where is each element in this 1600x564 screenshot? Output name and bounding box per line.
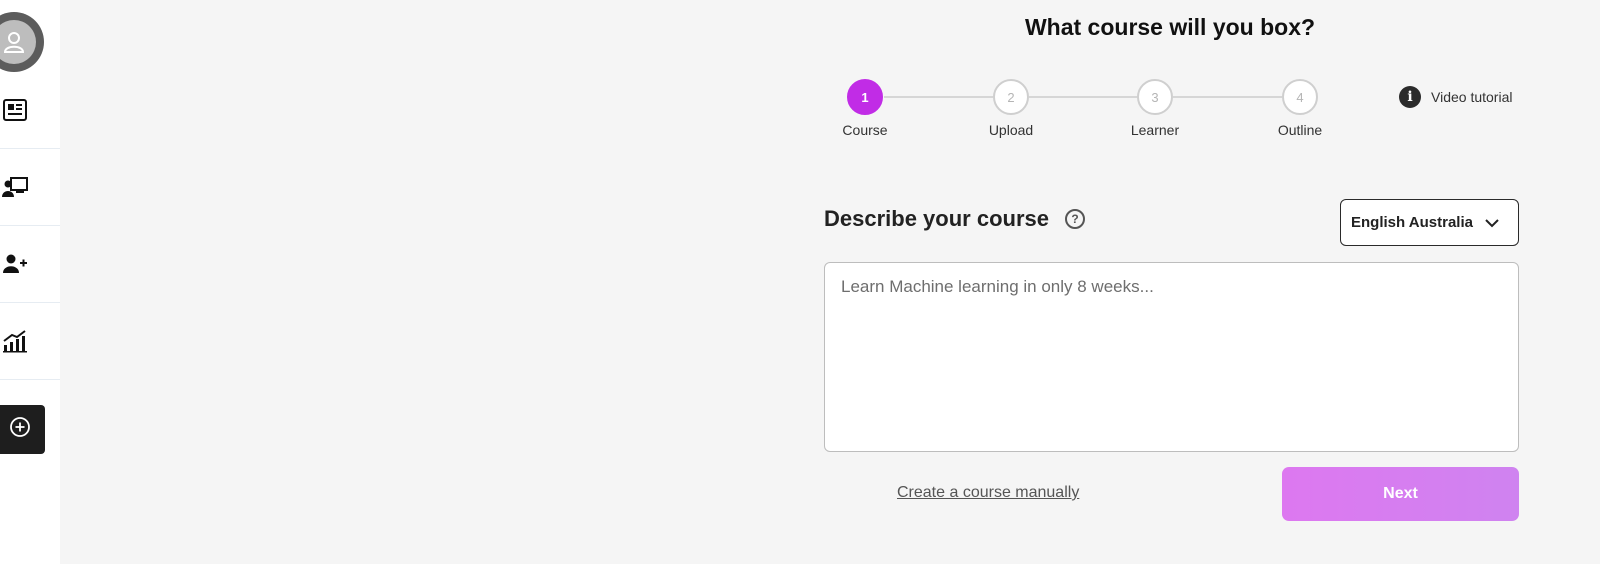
sidebar-item-analytics[interactable]: [0, 303, 60, 379]
sidebar-divider: [0, 379, 60, 380]
help-icon[interactable]: ?: [1064, 209, 1085, 229]
step-outline-marker[interactable]: 4: [1282, 79, 1318, 115]
user-icon: [0, 20, 36, 64]
sidebar-item-courses[interactable]: [0, 72, 60, 148]
add-user-icon: [2, 251, 28, 277]
step-outline-label: Outline: [1277, 122, 1323, 138]
language-select[interactable]: English Australia: [1340, 199, 1519, 246]
step-upload-marker[interactable]: 2: [993, 79, 1029, 115]
page-title: What course will you box?: [1024, 14, 1316, 40]
step-course-label: Course: [842, 122, 888, 138]
step-upload-label: Upload: [988, 122, 1034, 138]
analytics-icon: [2, 328, 28, 354]
avatar[interactable]: [0, 12, 44, 72]
step-learner-label: Learner: [1130, 122, 1180, 138]
sidebar-item-presentations[interactable]: [0, 149, 60, 225]
video-tutorial-label: Video tutorial: [1431, 89, 1513, 105]
next-button[interactable]: Next: [1282, 467, 1519, 521]
news-icon: [2, 97, 28, 123]
describe-section-title: Describe your course ?: [824, 206, 1085, 232]
step-course-marker[interactable]: 1: [847, 79, 883, 115]
stepper-connector: [1029, 96, 1138, 98]
stepper-connector: [1173, 96, 1282, 98]
video-tutorial-link[interactable]: i Video tutorial: [1399, 86, 1512, 108]
chevron-down-icon: [1484, 215, 1500, 235]
describe-title-text: Describe your course: [824, 206, 1049, 231]
info-icon: i: [1399, 86, 1421, 108]
stepper-connector: [884, 96, 993, 98]
sidebar-item-add-learner[interactable]: [0, 226, 60, 302]
create-course-button[interactable]: [0, 405, 45, 454]
plus-circle-icon: [9, 416, 31, 443]
create-course-manually-link[interactable]: Create a course manually: [897, 484, 1079, 502]
course-description-textarea[interactable]: [824, 262, 1519, 452]
step-learner-marker[interactable]: 3: [1137, 79, 1173, 115]
language-select-value: English Australia: [1351, 214, 1473, 231]
presenter-icon: [2, 174, 28, 200]
sidebar: [0, 0, 60, 564]
